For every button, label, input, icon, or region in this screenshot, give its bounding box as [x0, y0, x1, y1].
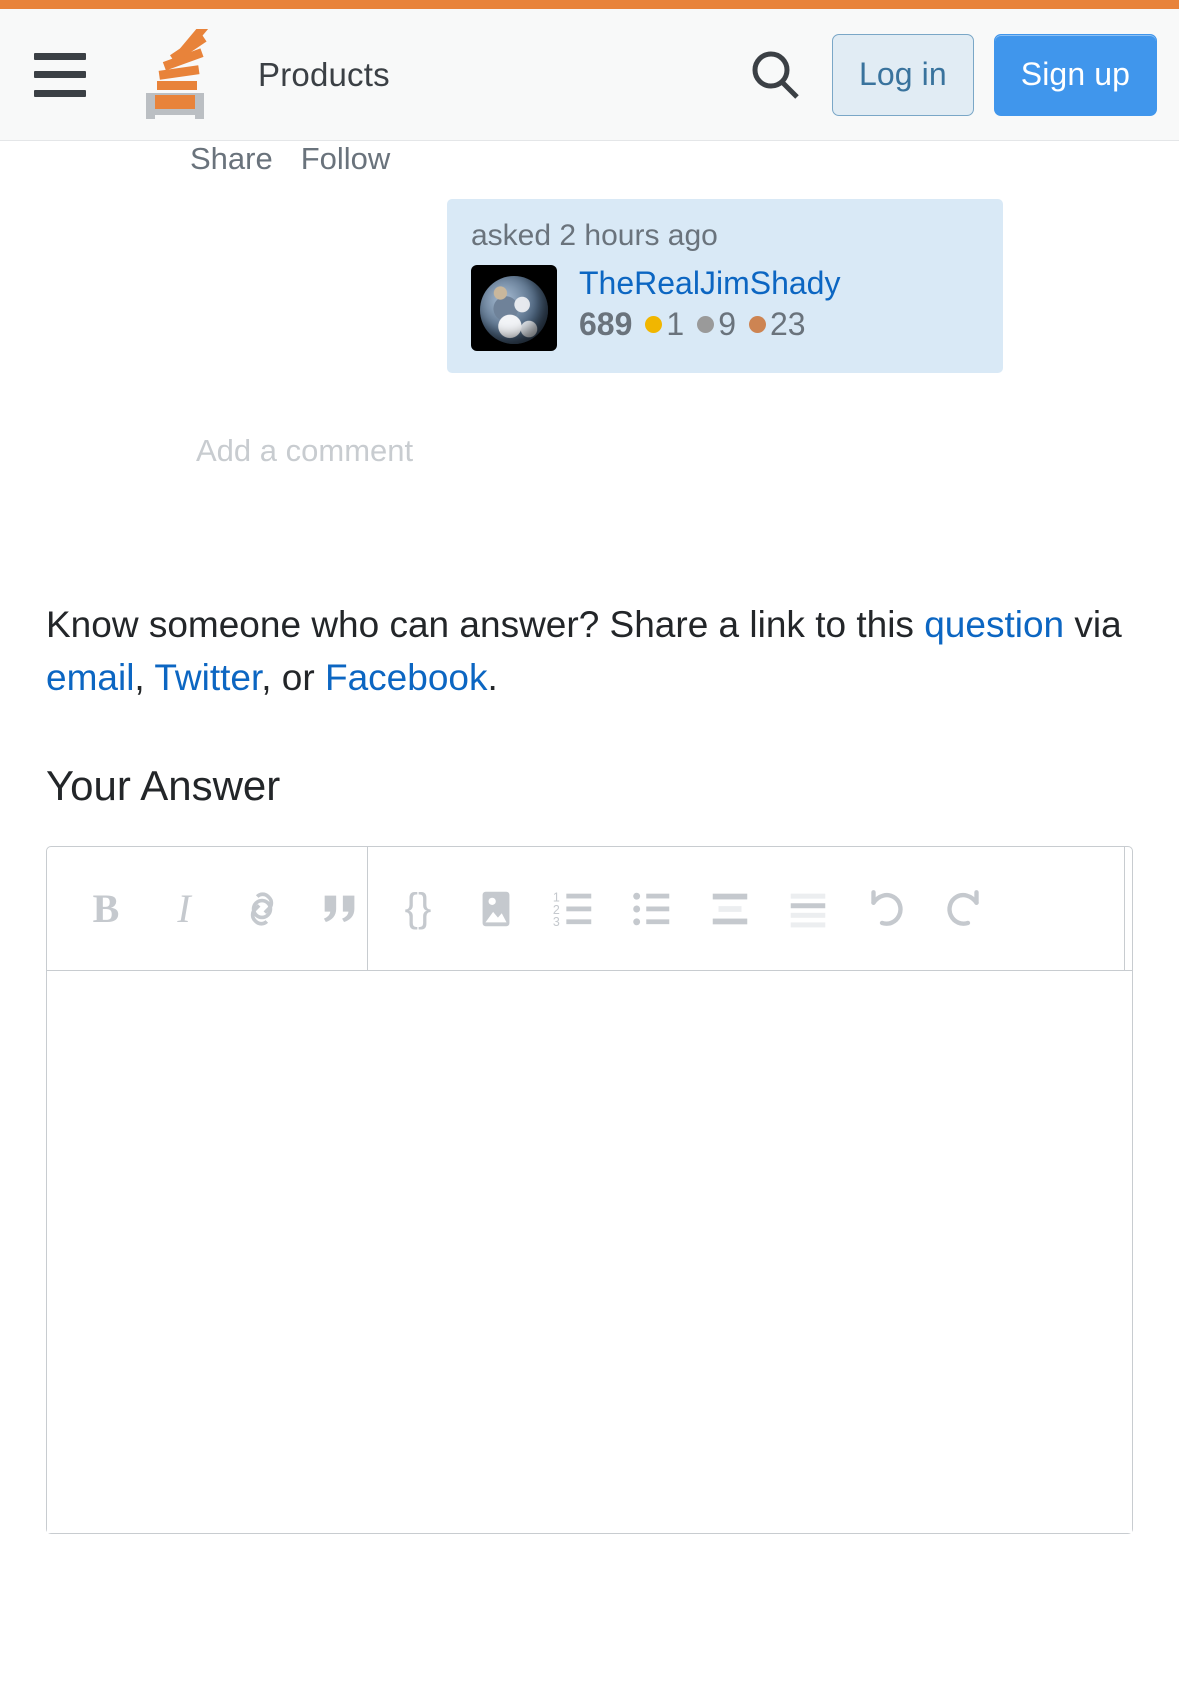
asked-user-card: asked 2 hours ago TheRealJimShady 689 1	[447, 199, 1003, 373]
answer-textarea[interactable]	[47, 971, 1132, 1534]
share-link[interactable]: Share	[190, 141, 273, 177]
search-icon[interactable]	[744, 44, 806, 106]
login-button[interactable]: Log in	[831, 33, 974, 116]
bulleted-list-icon[interactable]	[613, 870, 691, 948]
user-card-body: TheRealJimShady 689 1 9 23	[471, 265, 979, 351]
toolbar-divider	[367, 847, 368, 972]
user-card-wrapper: asked 2 hours ago TheRealJimShady 689 1	[0, 199, 1179, 373]
bronze-badge-count: 23	[769, 305, 806, 342]
your-answer-heading: Your Answer	[46, 762, 281, 810]
share-prompt-or: , or	[261, 656, 325, 698]
bold-icon[interactable]: B	[67, 870, 145, 948]
site-header: Products Log in Sign up	[0, 9, 1179, 141]
earth-avatar	[480, 276, 548, 344]
nav-item-products[interactable]: Products	[258, 56, 390, 94]
add-comment-link[interactable]: Add a comment	[0, 433, 1179, 469]
follow-link[interactable]: Follow	[301, 141, 391, 177]
link-icon[interactable]	[223, 870, 301, 948]
silver-badge-icon	[697, 315, 715, 333]
user-info: TheRealJimShady 689 1 9 23	[579, 265, 840, 343]
hamburger-menu-icon[interactable]	[34, 52, 86, 97]
hamburger-bar	[34, 52, 86, 60]
heading-icon[interactable]	[691, 870, 769, 948]
hamburger-bar	[34, 89, 86, 97]
question-link[interactable]: question	[924, 604, 1064, 645]
stack-overflow-logo-icon[interactable]	[138, 21, 222, 121]
email-link[interactable]: email	[46, 657, 134, 698]
silver-badge-count: 9	[718, 305, 736, 342]
image-icon[interactable]	[457, 870, 535, 948]
gold-badge-group: 1	[645, 306, 684, 343]
bronze-badge-group: 23	[748, 305, 806, 343]
hamburger-bar	[34, 71, 86, 78]
bronze-badge-icon	[748, 315, 766, 333]
code-icon[interactable]: {}	[379, 870, 457, 948]
horizontal-rule-icon[interactable]	[769, 870, 847, 948]
gold-badge-icon	[645, 315, 663, 333]
facebook-link[interactable]: Facebook	[325, 657, 488, 698]
signup-button[interactable]: Sign up	[993, 33, 1157, 116]
reputation-and-badges: 689 1 9 23	[579, 306, 840, 343]
avatar[interactable]	[471, 265, 557, 351]
numbered-list-icon[interactable]: 1 2 3	[535, 870, 613, 948]
share-prompt-comma: ,	[134, 656, 155, 698]
gold-badge-count: 1	[666, 305, 685, 342]
username-link[interactable]: TheRealJimShady	[579, 265, 840, 302]
reputation-score: 689	[579, 305, 633, 342]
share-prompt-via: via	[1064, 604, 1122, 645]
redo-icon[interactable]	[925, 870, 1003, 948]
toolbar-right-divider	[1124, 847, 1125, 972]
answer-editor: B I {} 1 2 3	[46, 846, 1133, 1535]
asked-timestamp: asked 2 hours ago	[471, 219, 718, 252]
editor-toolbar: B I {} 1 2 3	[47, 847, 1132, 972]
share-prompt-lead: Know someone who can answer? Share a lin…	[46, 604, 925, 645]
post-action-links: Share Follow	[0, 141, 1179, 177]
svg-text:3: 3	[553, 915, 560, 929]
twitter-link[interactable]: Twitter	[154, 657, 261, 698]
silver-badge-group: 9	[697, 306, 736, 343]
share-prompt: Know someone who can answer? Share a lin…	[0, 599, 1179, 704]
italic-icon[interactable]: I	[145, 870, 223, 948]
share-prompt-period: .	[487, 656, 498, 698]
page-content: Share Follow asked 2 hours ago TheRealJi…	[0, 141, 1179, 1535]
top-accent-bar	[0, 0, 1179, 9]
undo-icon[interactable]	[847, 870, 925, 948]
